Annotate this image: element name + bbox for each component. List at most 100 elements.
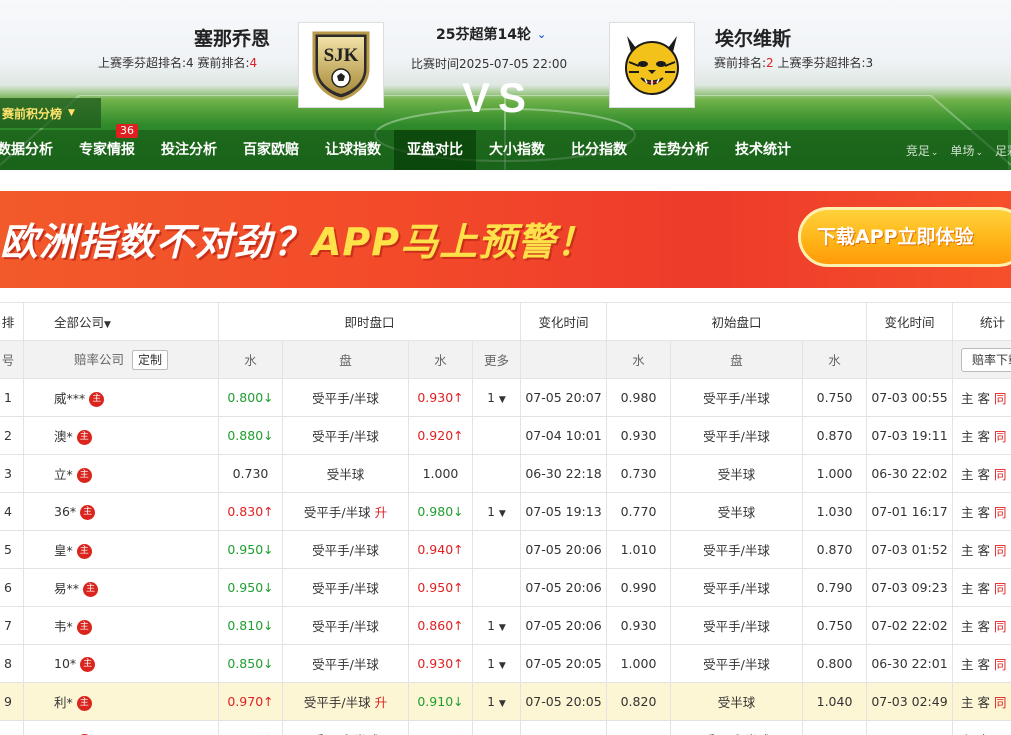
filter-jingzu[interactable]: 竞足⌄ [906, 142, 939, 159]
live-water-away: 0.940↑ [408, 530, 473, 569]
company-filter-dropdown[interactable]: 全部公司▼ [23, 302, 219, 341]
stat-away-link[interactable]: 客 [978, 429, 991, 444]
change-time: 07-05 20:05 [520, 644, 608, 683]
table-row[interactable]: 1 威*** 主 0.800↓ 受平手/半球 0.930↑ 1 ▼ 07-05 20:07 0.9… [0, 378, 1011, 417]
nav-data-analysis[interactable]: 数据分析 [0, 130, 66, 170]
company-name[interactable]: 澳* 主 [23, 416, 219, 455]
away-info-prefix: 赛前排名: [714, 56, 767, 70]
live-water-home: 0.950↓ [218, 530, 283, 569]
pre-match-standings-tab[interactable]: 赛前积分榜 ▼ [0, 98, 101, 128]
table-row[interactable]: 3 立* 主 0.730 受半球 1.000 06-30 22:18 0.730 受半球 1.00… [0, 454, 1011, 493]
nav-euro-odds[interactable]: 百家欧赔 [230, 130, 312, 170]
table-row[interactable]: 10明*主1.030↓受平手/半球0.890↑07-05 20:041.050受… [0, 720, 1011, 735]
more-dropdown[interactable]: 1 ▼ [471, 682, 522, 721]
rate-download-select[interactable]: 赔率下载 [961, 347, 1011, 372]
download-app-button[interactable]: 下载APP立即体验 [798, 207, 1011, 267]
more-dropdown[interactable]: 1 ▼ [471, 606, 522, 645]
stat-same-link[interactable]: 同 [994, 657, 1007, 672]
away-team-name[interactable]: 埃尔维斯 [715, 24, 791, 51]
company-name[interactable]: 10* 主 [23, 644, 219, 683]
init-line: 受平手/半球 [670, 644, 804, 683]
live-water-home: 0.850↓ [218, 644, 283, 683]
init-line: 受平手/半球 [670, 416, 804, 455]
live-water-away-value: 0.910 [417, 694, 454, 709]
stat-same-link[interactable]: 同 [994, 429, 1007, 444]
company-name[interactable]: 36* 主 [23, 492, 219, 531]
home-badge: 主 [80, 504, 96, 520]
company-name[interactable]: 韦* 主 [23, 606, 219, 645]
nav-asian-handicap[interactable]: 亚盘对比 [394, 130, 476, 170]
stat-away-link[interactable]: 客 [978, 543, 991, 558]
stat-home-link[interactable]: 主 [961, 581, 974, 596]
stat-away-link[interactable]: 客 [978, 695, 991, 710]
stat-same-link[interactable]: 同 [994, 505, 1007, 520]
home-team-logo[interactable]: SJK [298, 22, 384, 108]
stat-same-link[interactable]: 同 [994, 543, 1007, 558]
stat-home-link[interactable]: 主 [961, 467, 974, 482]
nav-tech-stats[interactable]: 技术统计 [722, 130, 804, 170]
init-water-away: 1.000 [802, 454, 868, 493]
nav-expert-intel[interactable]: 专家情报 36 [66, 124, 148, 170]
nav-score-index[interactable]: 比分指数 [558, 130, 640, 170]
table-row[interactable]: 8 10* 主 0.850↓ 受平手/半球 0.930↑ 1 ▼ 07-05 20:05 1.00… [0, 644, 1011, 683]
stat-home-link[interactable]: 主 [961, 429, 974, 444]
table-row[interactable]: 6 易** 主 0.950↓ 受平手/半球 0.950↑ 07-05 20:06 0.990 受… [0, 568, 1011, 607]
stat-home-link[interactable]: 主 [961, 657, 974, 672]
stat-home-link[interactable]: 主 [961, 619, 974, 634]
away-team-logo[interactable] [609, 22, 695, 108]
company-name[interactable]: 威*** 主 [23, 378, 219, 417]
table-row[interactable]: 4 36* 主 0.830↑ 受平手/半球升 0.980↓ 1 ▼ 07-05 19:13 0.7… [0, 492, 1011, 531]
more-dropdown[interactable]: 1 ▼ [471, 492, 522, 531]
stat-away-link[interactable]: 客 [978, 467, 991, 482]
change-time: 06-30 22:18 [520, 454, 608, 493]
arrow-down-icon: ↓ [263, 542, 274, 557]
filter-danchang-label: 单场 [950, 143, 975, 158]
row-index: 3 [0, 454, 24, 493]
nav-bet-analysis[interactable]: 投注分析 [148, 130, 230, 170]
stat-away-link[interactable]: 客 [978, 391, 991, 406]
stat-away-link[interactable]: 客 [978, 657, 991, 672]
table-row[interactable]: 7 韦* 主 0.810↓ 受平手/半球 0.860↑ 1 ▼ 07-05 20:06 0.930… [0, 606, 1011, 645]
stat-same-link[interactable]: 同 [994, 695, 1007, 710]
nav-over-under[interactable]: 大小指数 [476, 130, 558, 170]
company-name[interactable]: 易** 主 [23, 568, 219, 607]
stat-same-link[interactable]: 同 [994, 581, 1007, 596]
init-change-time: 07-03 02:49 [866, 682, 954, 721]
stat-home-link[interactable]: 主 [961, 695, 974, 710]
match-round-selector[interactable]: 25芬超第14轮 ⌄ [436, 24, 546, 44]
stat-same-link[interactable]: 同 [994, 619, 1007, 634]
line-rise-mark: 升 [374, 505, 388, 520]
filter-danchang[interactable]: 单场⌄ [950, 142, 983, 159]
stat-home-link[interactable]: 主 [961, 543, 974, 558]
change-time: 07-04 10:01 [520, 416, 608, 455]
more-dropdown [471, 720, 522, 735]
stat-away-link[interactable]: 客 [978, 505, 991, 520]
filter-zucai[interactable]: 足彩 [995, 142, 1011, 159]
more-dropdown[interactable]: 1 ▼ [471, 644, 522, 683]
live-water-away: 1.000 [408, 454, 473, 493]
stat-same-link[interactable]: 同 [994, 467, 1007, 482]
nav-handicap-index[interactable]: 让球指数 [312, 130, 394, 170]
company-name[interactable]: 明*主 [23, 720, 219, 735]
more-dropdown[interactable]: 1 ▼ [471, 378, 522, 417]
table-row[interactable]: 2 澳* 主 0.880↓ 受平手/半球 0.920↑ 07-04 10:01 0.930 受平… [0, 416, 1011, 455]
nav-trend-analysis[interactable]: 走势分析 [640, 130, 722, 170]
stat-home-link[interactable]: 主 [961, 505, 974, 520]
home-team-name[interactable]: 塞那乔恩 [194, 24, 270, 51]
app-promo-banner[interactable]: 欧洲指数不对劲？APP马上预警！ 下载APP立即体验 [0, 191, 1011, 288]
stat-away-link[interactable]: 客 [978, 619, 991, 634]
table-row[interactable]: 9 利* 主 0.970↑ 受平手/半球升 0.910↓ 1 ▼ 07-05 20:05 0.82… [0, 682, 1011, 721]
asian-handicap-table: 排 全部公司▼ 即时盘口 变化时间 初始盘口 变化时间 统计 号 赔率公司 定制 … [0, 302, 1011, 735]
lottery-filters: 竞足⌄ 单场⌄ 足彩 [906, 130, 1011, 170]
change-time: 07-05 20:06 [520, 530, 608, 569]
company-name[interactable]: 立* 主 [23, 454, 219, 493]
live-water-away-value: 1.000 [422, 466, 459, 481]
col-init-line: 盘 [670, 340, 804, 379]
stat-away-link[interactable]: 客 [978, 581, 991, 596]
stat-same-link[interactable]: 同 [994, 391, 1007, 406]
table-row[interactable]: 5 皇* 主 0.950↓ 受平手/半球 0.940↑ 07-05 20:06 1.010 受平… [0, 530, 1011, 569]
customize-button[interactable]: 定制 [132, 350, 169, 370]
company-name[interactable]: 皇* 主 [23, 530, 219, 569]
company-name[interactable]: 利* 主 [23, 682, 219, 721]
stat-home-link[interactable]: 主 [961, 391, 974, 406]
